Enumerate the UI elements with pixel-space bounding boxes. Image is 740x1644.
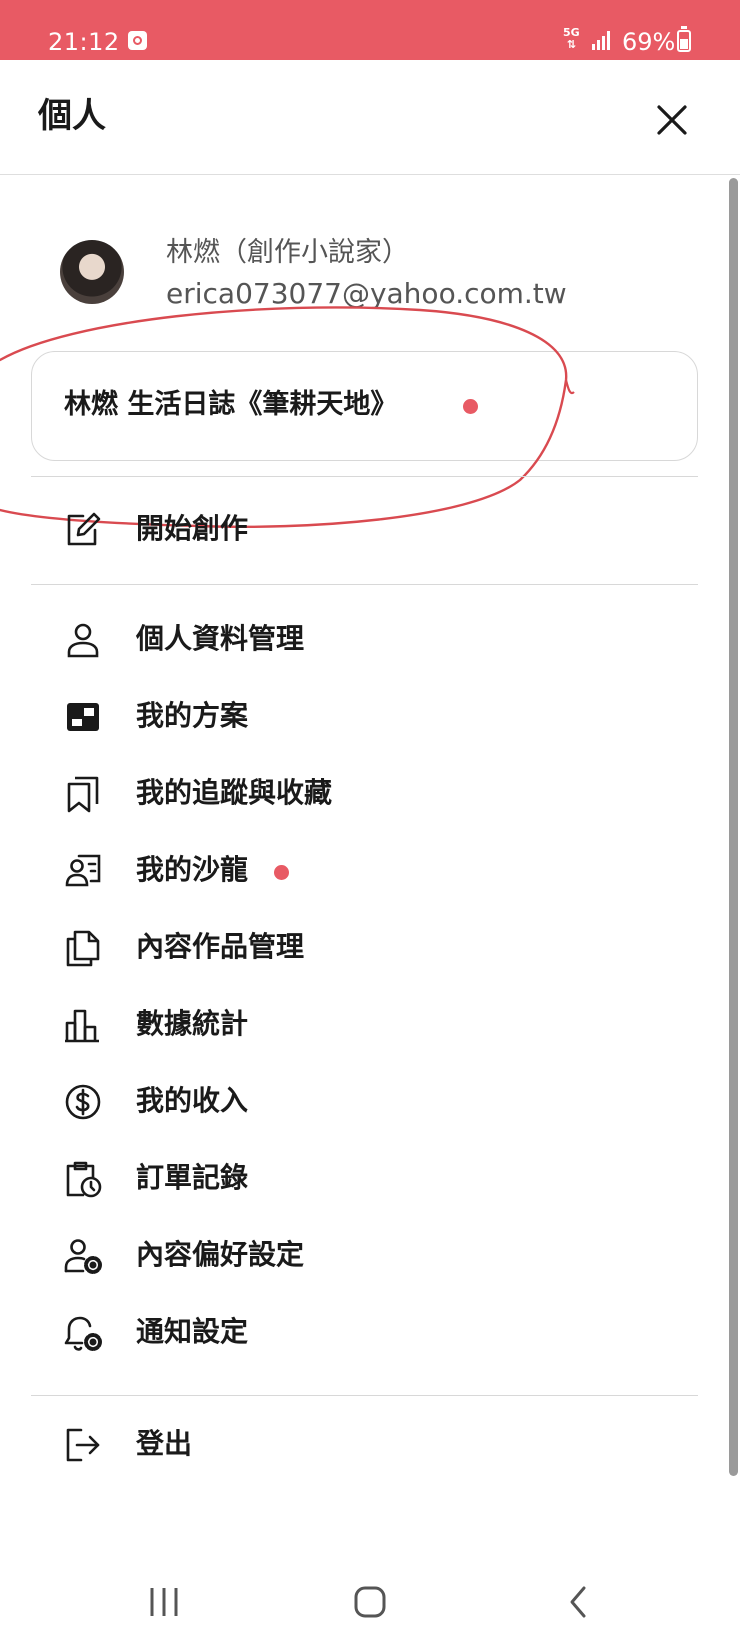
notification-app-icon [128, 31, 147, 50]
dollar-icon [63, 1082, 103, 1122]
menu-item-income[interactable]: 我的收入 [31, 1066, 698, 1138]
menu-label: 開始創作 [136, 512, 249, 545]
back-icon [570, 1586, 586, 1618]
menu-item-orders[interactable]: 訂單記錄 [31, 1143, 698, 1215]
profile-name: 林燃（創作小說家） [166, 237, 409, 268]
menu-item-salon[interactable]: 我的沙龍 [31, 835, 698, 907]
bell-settings-icon [63, 1313, 103, 1353]
drawer-header: 個人 [0, 60, 740, 175]
battery-icon [677, 26, 691, 52]
logout-icon [63, 1425, 103, 1465]
status-bar: 21:12 5G ⇅ 69% [0, 0, 740, 60]
menu-item-create[interactable]: 開始創作 [31, 494, 698, 566]
blog-card[interactable]: 林燃 生活日誌《筆耕天地》 [31, 351, 698, 461]
menu-item-plan[interactable]: 我的方案 [31, 681, 698, 753]
profile-email: erica073077@yahoo.com.tw [166, 277, 567, 310]
menu-label: 通知設定 [136, 1315, 249, 1348]
menu-label: 我的沙龍 [136, 853, 249, 886]
salon-icon [63, 851, 103, 891]
bar-chart-icon [63, 1005, 103, 1045]
divider [31, 476, 698, 477]
notification-dot [274, 865, 289, 880]
blog-title: 林燃 生活日誌《筆耕天地》 [64, 389, 398, 420]
menu-label: 內容作品管理 [136, 930, 305, 963]
bookmark-icon [63, 774, 103, 814]
network-type-icon: 5G ⇅ [563, 26, 580, 51]
person-icon [63, 620, 103, 660]
scrollbar[interactable] [729, 178, 738, 1476]
logout-button[interactable]: 登出 [31, 1409, 698, 1481]
menu-item-follow[interactable]: 我的追蹤與收藏 [31, 758, 698, 830]
menu-item-preferences[interactable]: 內容偏好設定 [31, 1220, 698, 1292]
edit-icon [63, 510, 103, 550]
profile-summary[interactable]: 林燃（創作小說家） erica073077@yahoo.com.tw [60, 236, 660, 316]
close-icon [657, 105, 687, 135]
menu-item-content[interactable]: 內容作品管理 [31, 912, 698, 984]
back-button[interactable] [548, 1580, 608, 1624]
menu-item-notifications[interactable]: 通知設定 [31, 1297, 698, 1369]
divider [31, 584, 698, 585]
menu-label: 我的方案 [136, 699, 249, 732]
menu-label: 我的收入 [136, 1084, 249, 1117]
menu-item-stats[interactable]: 數據統計 [31, 989, 698, 1061]
user-settings-icon [63, 1236, 103, 1276]
divider [31, 1395, 698, 1396]
recent-apps-icon [150, 1588, 178, 1616]
menu-label: 個人資料管理 [136, 622, 305, 655]
home-icon [354, 1586, 386, 1618]
signal-icon [592, 30, 614, 50]
battery-percent: 69% [622, 28, 676, 56]
recent-apps-button[interactable] [134, 1580, 194, 1624]
status-time: 21:12 [48, 28, 120, 56]
home-button[interactable] [340, 1580, 400, 1624]
avatar [60, 240, 124, 304]
menu-item-profile[interactable]: 個人資料管理 [31, 604, 698, 676]
documents-icon [63, 928, 103, 968]
network-type-label: 5G [563, 26, 580, 39]
menu-label: 訂單記錄 [136, 1161, 249, 1194]
page-title: 個人 [38, 96, 106, 136]
menu-label: 內容偏好設定 [136, 1238, 305, 1271]
menu-label: 登出 [136, 1427, 193, 1460]
plan-icon [63, 697, 103, 737]
order-history-icon [63, 1159, 103, 1199]
close-button[interactable] [644, 92, 700, 148]
notification-dot [463, 399, 478, 414]
menu-label: 我的追蹤與收藏 [136, 776, 333, 809]
system-nav-bar [0, 1560, 740, 1644]
menu-label: 數據統計 [136, 1007, 249, 1040]
